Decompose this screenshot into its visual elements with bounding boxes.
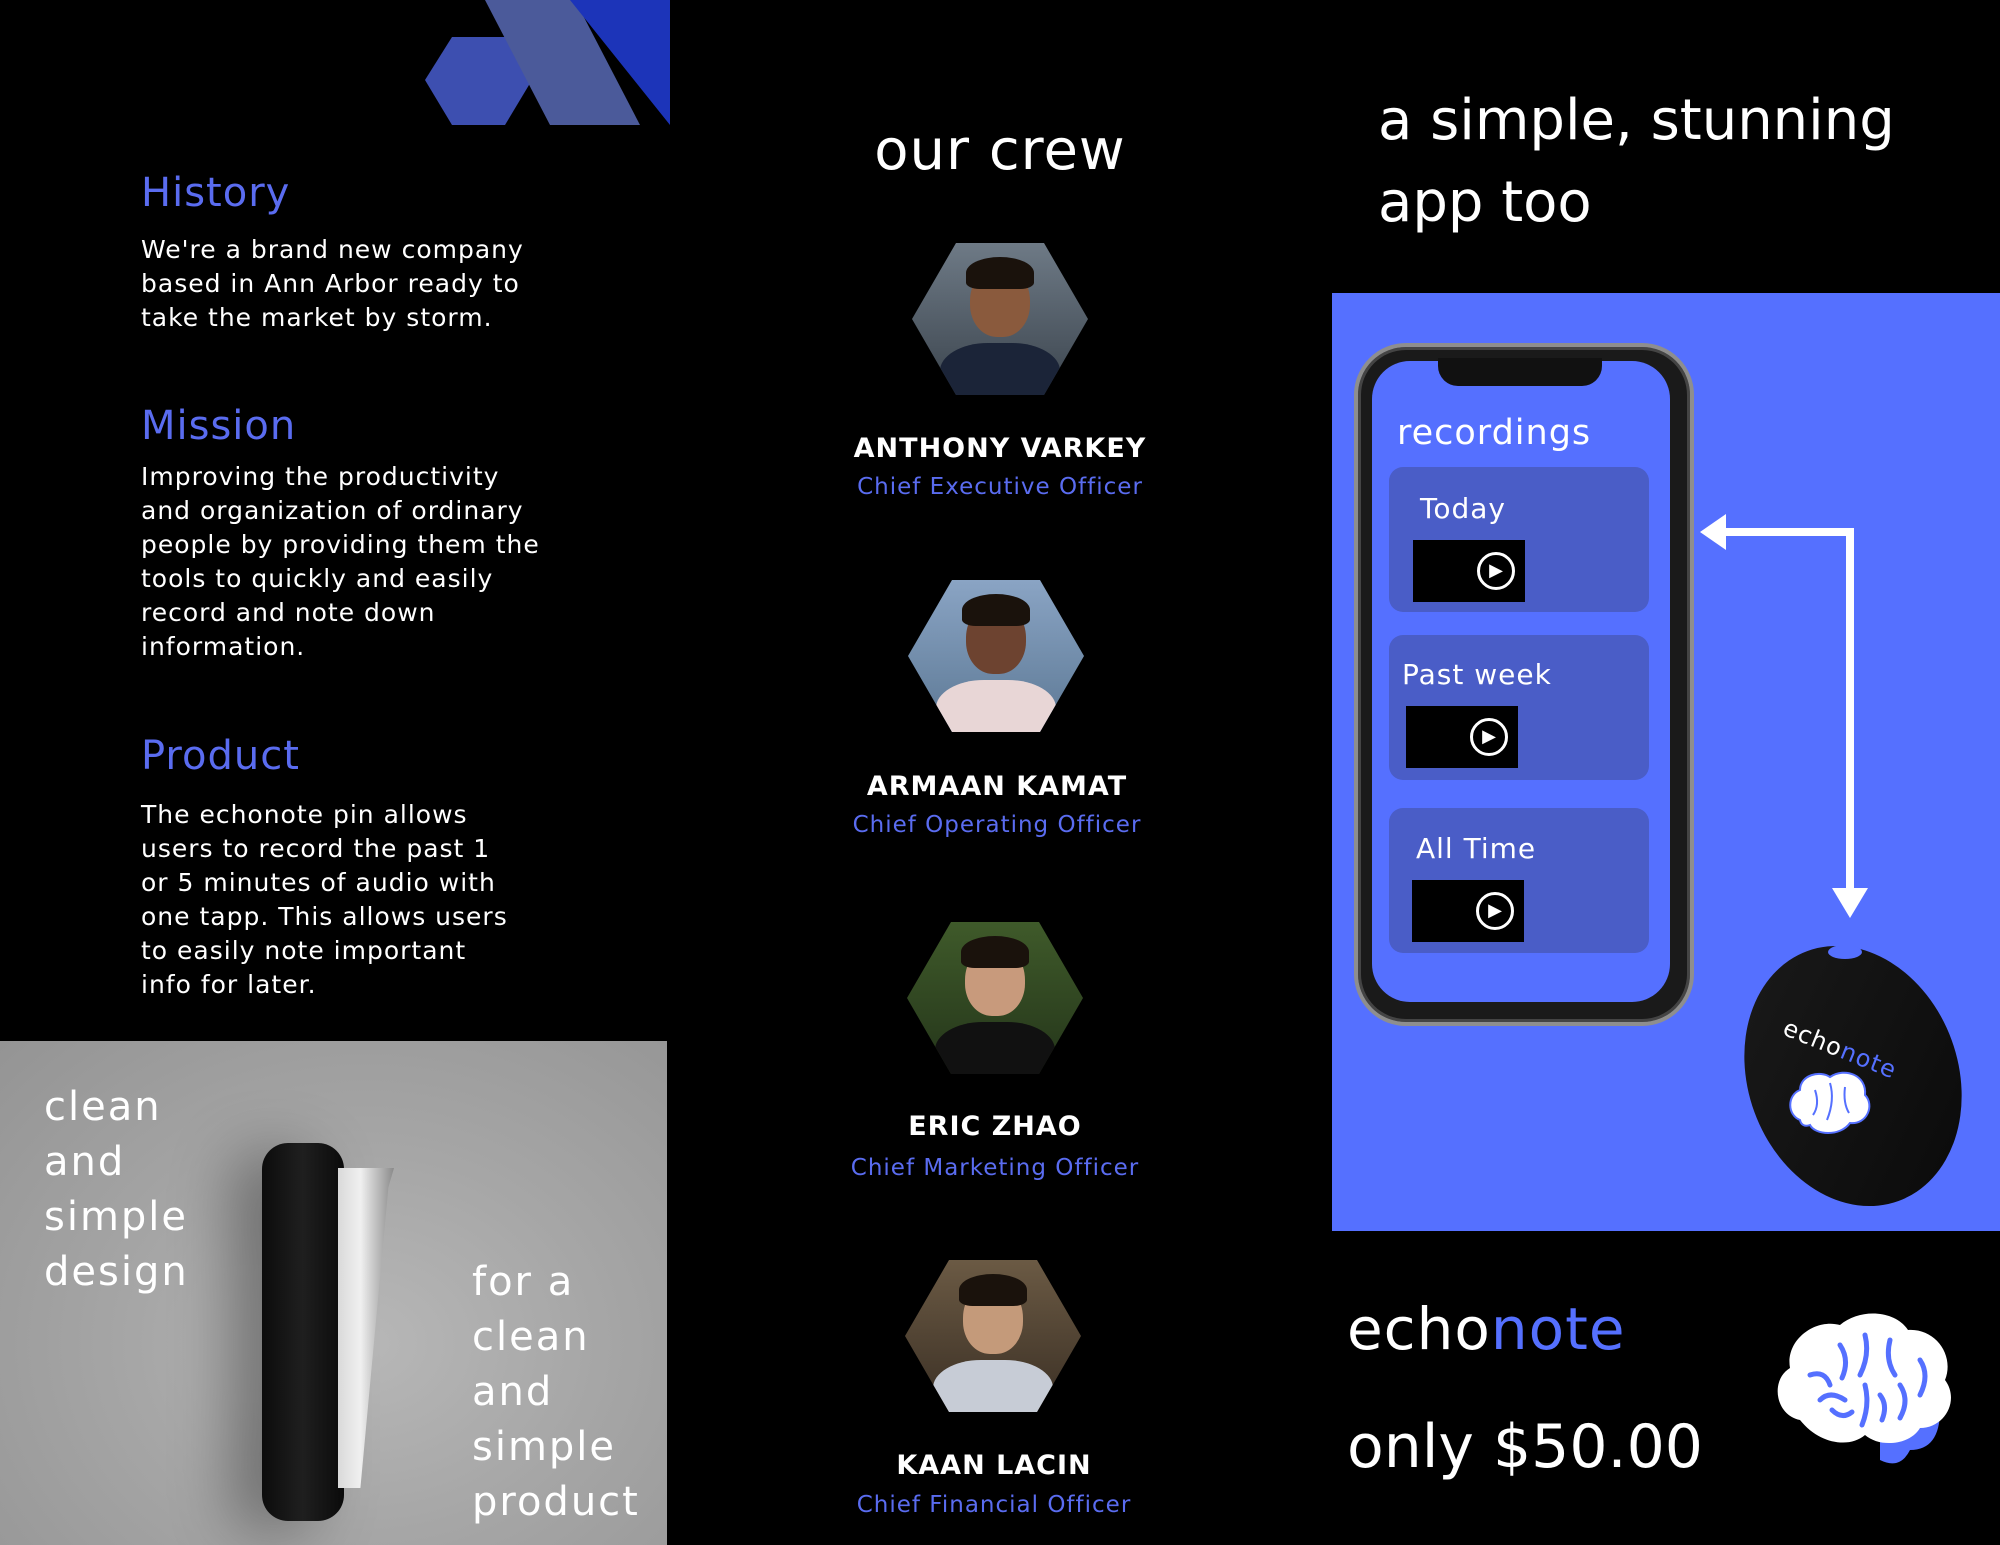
play-icon[interactable]: ▶	[1476, 892, 1514, 930]
mission-text: Improving the productivity and organizat…	[141, 462, 540, 661]
app-title: a simple, stunning app too	[1378, 80, 1978, 244]
product-text: The echonote pin allows users to record …	[141, 800, 508, 999]
history-title: History	[141, 170, 291, 216]
promo-right-line: product	[472, 1479, 640, 1525]
promo-right-line: and	[472, 1369, 554, 1415]
promo-left-line: design	[44, 1249, 189, 1295]
avatar	[907, 922, 1083, 1074]
promo-left: clean and simple design	[44, 1080, 189, 1300]
pin-device-image	[262, 1143, 344, 1521]
brand-note: note	[1490, 1295, 1626, 1363]
member-name: ERIC ZHAO	[908, 1111, 1082, 1142]
brand-echo: echo	[1347, 1295, 1491, 1363]
card-label: All Time	[1416, 832, 1537, 865]
app-title-line: app too	[1378, 170, 1592, 235]
device-brain-icon	[1789, 1071, 1871, 1134]
brand-logo: echonote	[1347, 1295, 1626, 1363]
member-role: Chief Financial Officer	[856, 1492, 1132, 1518]
logo-shapes	[425, 0, 670, 125]
promo-right-line: clean	[472, 1314, 590, 1360]
member-role: Chief Executive Officer	[857, 474, 1143, 500]
play-icon[interactable]: ▶	[1477, 552, 1515, 590]
member-name: ANTHONY VARKEY	[853, 433, 1147, 464]
avatar	[905, 1260, 1081, 1412]
play-icon[interactable]: ▶	[1470, 718, 1508, 756]
member-role: Chief Operating Officer	[852, 812, 1142, 838]
card-label: Past week	[1402, 658, 1552, 691]
promo-right-line: simple	[472, 1424, 617, 1470]
member-role: Chief Marketing Officer	[850, 1155, 1140, 1181]
promo-left-line: clean	[44, 1084, 162, 1130]
crew-title: our crew	[874, 118, 1126, 183]
screen-title: recordings	[1397, 413, 1592, 453]
mission-title: Mission	[141, 403, 297, 449]
history-text: We're a brand new company based in Ann A…	[141, 235, 524, 332]
card-label: Today	[1420, 492, 1506, 525]
member-name: ARMAAN KAMAT	[866, 771, 1128, 802]
product-title: Product	[141, 733, 300, 779]
brain-logo-icon	[1777, 1313, 1951, 1464]
device-button	[1828, 945, 1862, 959]
avatar	[912, 243, 1088, 395]
promo-left-line: simple	[44, 1194, 189, 1240]
avatar	[908, 580, 1084, 732]
app-title-line: a simple, stunning	[1378, 88, 1895, 153]
phone-notch	[1438, 358, 1602, 386]
member-name: KAAN LACIN	[896, 1450, 1092, 1481]
promo-right: for a clean and simple product	[472, 1255, 640, 1530]
promo-right-line: for a	[472, 1259, 575, 1305]
sync-arrow-icon	[1700, 514, 1868, 918]
promo-left-line: and	[44, 1139, 126, 1185]
price-text: only $50.00	[1347, 1412, 1703, 1482]
